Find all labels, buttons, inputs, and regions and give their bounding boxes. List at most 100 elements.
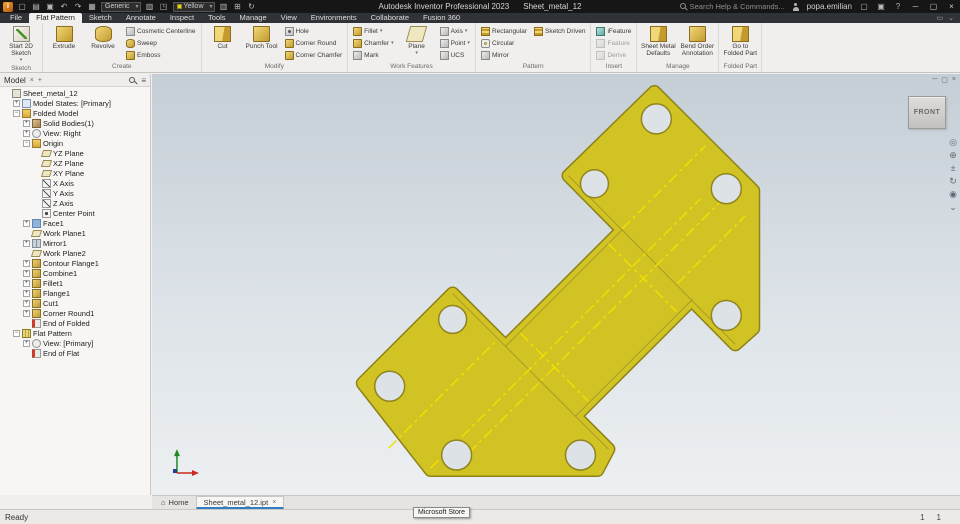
ucs-button[interactable]: UCS	[438, 49, 472, 61]
part-hole[interactable]	[564, 439, 597, 471]
circular-pattern-button[interactable]: Circular	[479, 37, 529, 49]
viewcube[interactable]: FRONT	[908, 96, 946, 129]
undo-icon[interactable]: ↶	[59, 2, 69, 12]
zoom-icon[interactable]: ±	[951, 164, 956, 173]
browser-node[interactable]: + Solid Bodies(1)	[0, 118, 150, 128]
rectangular-pattern-button[interactable]: Rectangular	[479, 25, 529, 37]
browser-node[interactable]: + Contour Flange1	[0, 258, 150, 268]
browser-menu-icon[interactable]: ≡	[141, 76, 146, 85]
part-hole[interactable]	[640, 103, 673, 135]
browser-close-icon[interactable]: ×	[30, 77, 34, 84]
axis-button[interactable]: Axis	[438, 25, 472, 37]
browser-node[interactable]: + Fillet1	[0, 278, 150, 288]
help-search-input[interactable]	[689, 2, 785, 11]
expander-icon[interactable]: −	[23, 139, 30, 147]
browser-node[interactable]: Sheet_metal_12	[0, 88, 150, 98]
browser-node[interactable]: XY Plane	[0, 168, 150, 178]
ribbon-tab[interactable]: Environments	[304, 13, 364, 23]
corner-round-button[interactable]: Corner Round	[283, 37, 345, 49]
browser-node[interactable]: − Origin	[0, 138, 150, 148]
browser-tab-model[interactable]: Model	[4, 76, 26, 85]
browser-node[interactable]: + Model States: [Primary]	[0, 98, 150, 108]
point-button[interactable]: Point	[438, 37, 472, 49]
home-tab[interactable]: ⌂ Home	[154, 496, 196, 509]
browser-node[interactable]: + Flange1	[0, 288, 150, 298]
document-tab-active[interactable]: Sheet_metal_12.ipt ×	[195, 496, 285, 509]
expander-icon[interactable]: +	[23, 279, 30, 287]
expander-icon[interactable]: +	[23, 239, 30, 247]
expander-icon[interactable]: −	[13, 109, 20, 117]
ribbon-tab[interactable]: Collaborate	[364, 13, 416, 23]
ribbon-tab[interactable]: View	[274, 13, 304, 23]
doc-minimize-icon[interactable]: ─	[932, 76, 937, 84]
expander-icon[interactable]: +	[23, 289, 30, 297]
tab-close-icon[interactable]: ×	[272, 499, 276, 506]
cosmetic-centerline-button[interactable]: Cosmetic Centerline	[124, 25, 198, 37]
inventor-logo-icon[interactable]: I	[3, 1, 13, 12]
new-file-icon[interactable]: ▢	[17, 2, 27, 12]
sweep-button[interactable]: Sweep	[124, 37, 198, 49]
emboss-button[interactable]: Emboss	[124, 49, 198, 61]
plane-button[interactable]: Plane	[399, 24, 435, 57]
part-hole[interactable]	[373, 370, 406, 402]
ribbon-tab[interactable]: Tools	[201, 13, 233, 23]
ribbon-tab[interactable]: Fusion 360	[416, 13, 467, 23]
mirror-button[interactable]: Mirror	[479, 49, 529, 61]
sketch-driven-pattern-button[interactable]: Sketch Driven	[532, 25, 587, 37]
expander-icon[interactable]: +	[23, 269, 30, 277]
start-2d-sketch-button[interactable]: Start 2D Sketch	[3, 24, 39, 64]
browser-node[interactable]: XZ Plane	[0, 158, 150, 168]
flat-pattern-part[interactable]	[355, 84, 761, 478]
minimize-icon[interactable]: ─	[910, 2, 921, 11]
browser-node[interactable]: Center Point	[0, 208, 150, 218]
ribbon-tab[interactable]: Manage	[233, 13, 274, 23]
signed-in-user[interactable]: popa.emilian	[807, 2, 852, 11]
browser-node[interactable]: X Axis	[0, 178, 150, 188]
collapse-ribbon-icon[interactable]: ⌄	[948, 14, 954, 22]
ribbon-tab[interactable]: Sketch	[82, 13, 119, 23]
browser-node[interactable]: Y Axis	[0, 188, 150, 198]
browser-node[interactable]: Work Plane1	[0, 228, 150, 238]
browser-node[interactable]: + Mirror1	[0, 238, 150, 248]
mark-button[interactable]: Mark	[351, 49, 395, 61]
browser-node[interactable]: + Corner Round1	[0, 308, 150, 318]
ribbon-tab[interactable]: Inspect	[163, 13, 201, 23]
browser-node[interactable]: + Combine1	[0, 268, 150, 278]
help-icon[interactable]: ?	[893, 2, 903, 12]
material-browser-icon[interactable]: ▧	[145, 2, 155, 12]
revolve-button[interactable]: Revolve	[85, 24, 121, 50]
browser-node[interactable]: + Face1	[0, 218, 150, 228]
expander-icon[interactable]: +	[23, 129, 30, 137]
bend-order-annotation-button[interactable]: Bend Order Annotation	[679, 24, 715, 57]
expander-icon[interactable]: +	[23, 119, 30, 127]
hole-button[interactable]: Hole	[283, 25, 345, 37]
ifeature-button[interactable]: iFeature	[594, 25, 633, 37]
maximize-icon[interactable]: ▢	[928, 2, 939, 11]
ribbon-tab[interactable]: File	[3, 13, 29, 23]
app-store-icon[interactable]: ▣	[876, 2, 886, 12]
ribbon-appearance-icon[interactable]: ▭	[937, 14, 944, 22]
expander-icon[interactable]: −	[13, 329, 20, 337]
graphics-viewport[interactable]: ─ ▢ × FRONT ◎ ⊕ ± ↻ ◉ ⌄	[152, 74, 960, 495]
derive-button[interactable]: Derive	[594, 49, 633, 61]
browser-node[interactable]: + View: [Primary]	[0, 338, 150, 348]
browser-node[interactable]: + View: Right	[0, 128, 150, 138]
punch-tool-button[interactable]: Punch Tool	[244, 24, 280, 50]
orbit-icon[interactable]: ↻	[949, 177, 957, 186]
doc-close-icon[interactable]: ×	[952, 76, 956, 84]
look-at-icon[interactable]: ◉	[949, 190, 957, 199]
sheet-metal-defaults-button[interactable]: Sheet Metal Defaults	[640, 24, 676, 57]
appearance-dropdown[interactable]: Yellow	[172, 1, 215, 12]
notifications-icon[interactable]: ▢	[859, 2, 869, 12]
browser-node[interactable]: End of Flat	[0, 348, 150, 358]
adjust-icon[interactable]: ◳	[159, 2, 169, 12]
part-hole[interactable]	[579, 169, 610, 199]
expander-icon[interactable]: +	[23, 219, 30, 227]
close-icon[interactable]: ×	[946, 2, 957, 11]
navbar-more-icon[interactable]: ⌄	[949, 203, 957, 212]
browser-node[interactable]: Z Axis	[0, 198, 150, 208]
pan-icon[interactable]: ⊕	[949, 151, 957, 160]
appearance-browser-icon[interactable]: ▥	[219, 2, 229, 12]
browser-search-icon[interactable]	[129, 76, 136, 84]
material-dropdown[interactable]: Generic	[101, 1, 141, 12]
